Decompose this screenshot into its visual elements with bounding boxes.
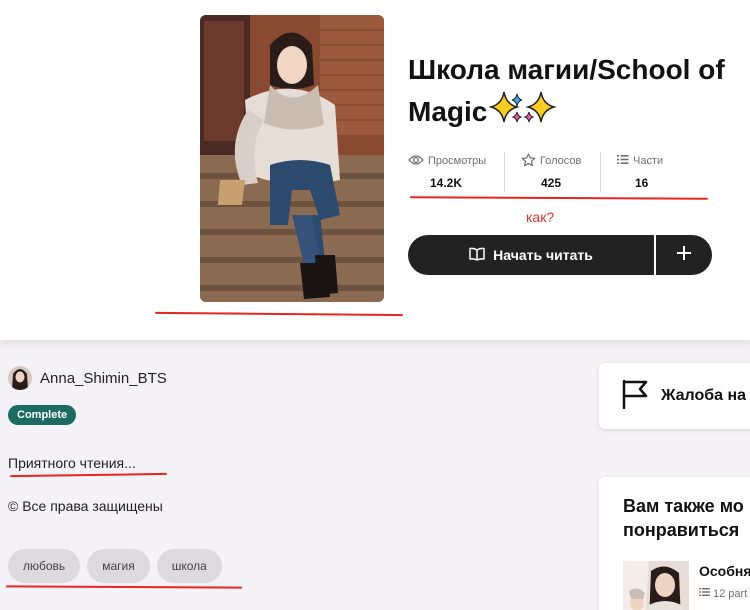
sparkles-icon xyxy=(488,90,559,137)
stat-votes: Голосов 425 xyxy=(504,152,600,192)
stat-views-value: 14.2K xyxy=(430,176,463,190)
report-story-button[interactable]: Жалоба на xyxy=(599,363,750,429)
story-stats: Просмотры 14.2K Голосов 425 Части 16 xyxy=(408,152,708,192)
annotation-note: как? xyxy=(526,209,555,225)
stat-views-label: Просмотры xyxy=(428,155,487,167)
stat-views: Просмотры 14.2K xyxy=(408,152,504,192)
tag-item[interactable]: любовь xyxy=(8,549,81,583)
list-icon xyxy=(699,587,713,600)
suggested-story-title[interactable]: Особня xyxy=(699,563,750,579)
stat-parts-value: 16 xyxy=(635,176,649,190)
suggestions-title-line-2: понравиться xyxy=(623,520,740,540)
stat-parts-label: Части xyxy=(633,155,664,167)
flag-icon xyxy=(621,379,649,414)
author-link[interactable]: Anna_Shimin_BTS xyxy=(8,366,167,390)
story-cover-image[interactable] xyxy=(200,15,384,302)
eye-icon xyxy=(408,154,428,169)
tag-item[interactable]: школа xyxy=(156,549,222,583)
story-title: Школа магии/School of Magic xyxy=(408,50,750,137)
stat-votes-label: Голосов xyxy=(540,155,582,167)
copyright-notice: © Все права защищены xyxy=(8,498,163,514)
suggested-story-cover[interactable] xyxy=(623,561,689,610)
annotation-underline-tags xyxy=(5,585,243,589)
stat-parts: Части 16 xyxy=(600,152,696,192)
open-book-icon xyxy=(469,247,493,264)
suggestions-card: Вам также мо понравиться Особня 12 part xyxy=(599,477,750,610)
author-name: Anna_Shimin_BTS xyxy=(40,369,167,387)
plus-icon xyxy=(676,245,692,266)
avatar xyxy=(8,366,32,390)
suggestions-title-line-1: Вам также мо xyxy=(623,496,744,516)
list-icon xyxy=(617,154,633,168)
report-label: Жалоба на xyxy=(661,387,747,404)
story-title-line-2: Magic xyxy=(408,95,488,127)
tag-list: любовь магия школа xyxy=(8,549,229,583)
suggested-story-parts-label: 12 part xyxy=(713,587,748,600)
start-reading-button[interactable]: Начать читать xyxy=(408,235,654,275)
star-icon xyxy=(521,152,540,170)
annotation-underline-description xyxy=(9,472,168,478)
suggestions-title: Вам также мо понравиться xyxy=(623,494,750,542)
status-badge: Complete xyxy=(8,405,77,425)
suggested-story-parts: 12 part xyxy=(699,587,747,600)
add-to-library-button[interactable] xyxy=(656,235,712,275)
start-reading-label: Начать читать xyxy=(493,247,593,263)
stat-votes-value: 425 xyxy=(541,176,562,190)
tag-item[interactable]: магия xyxy=(87,549,150,583)
story-description: Приятного чтения... xyxy=(8,455,136,471)
story-title-line-1: Школа магии/School of xyxy=(408,54,725,85)
